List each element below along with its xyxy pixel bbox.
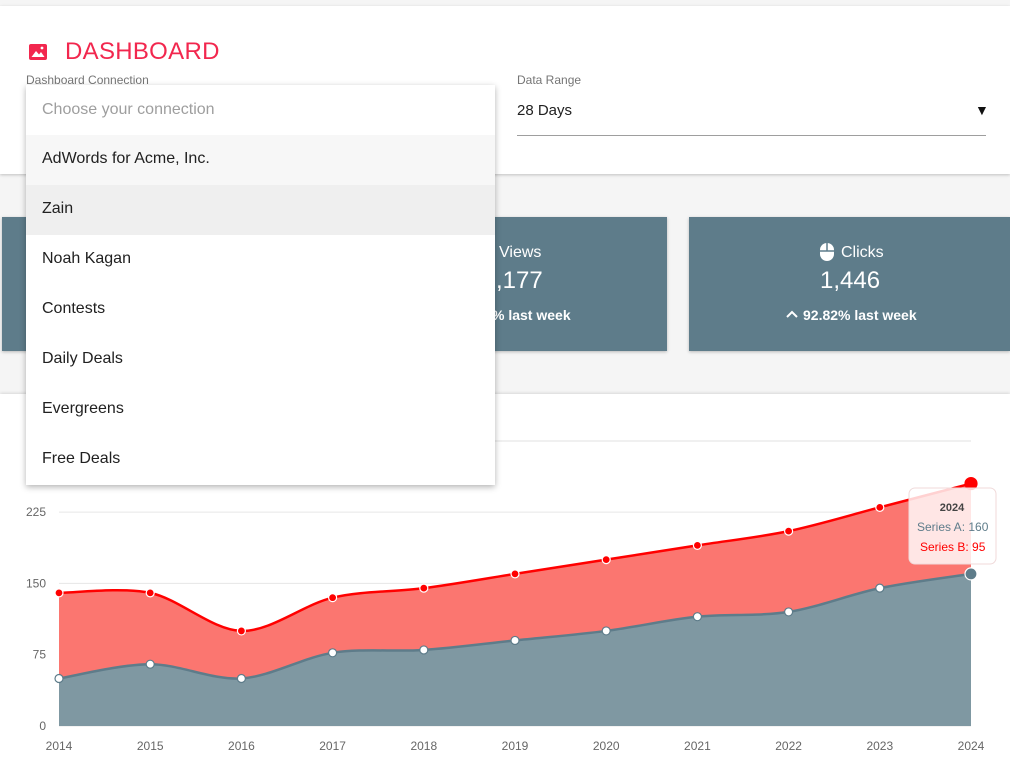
x-tick-label: 2018	[410, 739, 437, 753]
tooltip-series-a: Series A: 160	[917, 520, 989, 534]
y-tick-label: 225	[26, 505, 46, 519]
range-select[interactable]: 28 Days	[517, 102, 572, 119]
dropdown-option-label: AdWords for Acme, Inc.	[42, 150, 210, 167]
series-b-point[interactable]	[54, 588, 64, 598]
series-b-point[interactable]	[692, 540, 703, 550]
mouse-icon	[820, 243, 834, 261]
views-label: Views	[499, 244, 542, 261]
y-tick-label: 150	[26, 576, 46, 590]
series-b-point[interactable]	[783, 526, 794, 536]
tooltip-series-b: Series B: 95	[920, 540, 986, 554]
image-icon	[29, 44, 47, 60]
dropdown-option[interactable]: Zain	[26, 185, 495, 235]
x-tick-label: 2024	[958, 739, 985, 753]
series-b-point[interactable]	[601, 555, 611, 565]
series-b-point[interactable]	[145, 588, 155, 598]
dropdown-option-label: Noah Kagan	[42, 250, 131, 267]
dropdown-option[interactable]: AdWords for Acme, Inc.	[26, 135, 495, 185]
connection-placeholder[interactable]: Choose your connection	[42, 101, 215, 119]
clicks-value: 1,446	[820, 267, 881, 294]
dropdown-option[interactable]: Evergreens	[26, 385, 495, 435]
series-a-point[interactable]	[145, 659, 155, 669]
y-tick-label: 0	[39, 719, 46, 733]
x-tick-label: 2021	[684, 739, 711, 753]
dropdown-option[interactable]: Daily Deals	[26, 335, 495, 385]
views-value: ,177	[496, 267, 543, 294]
dropdown-option-label: Zain	[42, 200, 74, 217]
views-change: % last week	[492, 307, 571, 323]
series-a-point[interactable]	[510, 635, 520, 646]
chevron-up-icon	[786, 310, 798, 318]
series-a-point[interactable]	[692, 612, 703, 622]
dropdown-option-label: Free Deals	[42, 450, 121, 467]
range-underline	[517, 135, 986, 136]
x-tick-label: 2023	[866, 739, 893, 753]
dropdown-option[interactable]: Contests	[26, 285, 495, 335]
series-a-point[interactable]	[601, 626, 611, 636]
dropdown-option[interactable]: Free Deals	[26, 435, 495, 485]
clicks-card: Clicks 1,446 92.82% last week	[689, 217, 1010, 351]
dropdown-option-label: Contests	[42, 300, 106, 317]
x-tick-label: 2022	[775, 739, 802, 753]
connection-dropdown[interactable]: Choose your connection AdWords for Acme,…	[26, 85, 495, 485]
series-b-point[interactable]	[875, 502, 885, 512]
series-a-point[interactable]	[328, 648, 338, 658]
series-b-point[interactable]	[328, 593, 338, 603]
series-a-point[interactable]	[54, 673, 64, 684]
x-tick-label: 2014	[46, 739, 73, 753]
series-a-point[interactable]	[964, 567, 978, 581]
series-a-point[interactable]	[236, 673, 246, 684]
page-title: DASHBOARD	[65, 38, 220, 65]
series-a-point[interactable]	[419, 645, 429, 655]
dropdown-option-label: Evergreens	[42, 400, 124, 417]
x-tick-label: 2019	[502, 739, 529, 753]
x-tick-label: 2016	[228, 739, 255, 753]
x-tick-label: 2017	[319, 739, 346, 753]
x-tick-label: 2015	[137, 739, 164, 753]
clicks-change: 92.82% last week	[803, 307, 917, 323]
series-a-point[interactable]	[875, 583, 885, 593]
series-b-point[interactable]	[236, 626, 246, 636]
tooltip-title: 2024	[940, 502, 965, 514]
clicks-label: Clicks	[841, 244, 884, 261]
y-tick-label: 75	[33, 648, 47, 662]
dropdown-option-label: Daily Deals	[42, 350, 123, 367]
range-label: Data Range	[517, 73, 582, 87]
dropdown-option[interactable]: Noah Kagan	[26, 235, 495, 285]
x-tick-label: 2020	[593, 739, 620, 753]
series-b-point[interactable]	[510, 569, 520, 579]
page-title-row: DASHBOARD	[28, 38, 220, 66]
dropdown-arrow-icon[interactable]: ▼	[975, 102, 989, 118]
series-b-point[interactable]	[419, 583, 429, 593]
series-a-point[interactable]	[783, 607, 794, 617]
